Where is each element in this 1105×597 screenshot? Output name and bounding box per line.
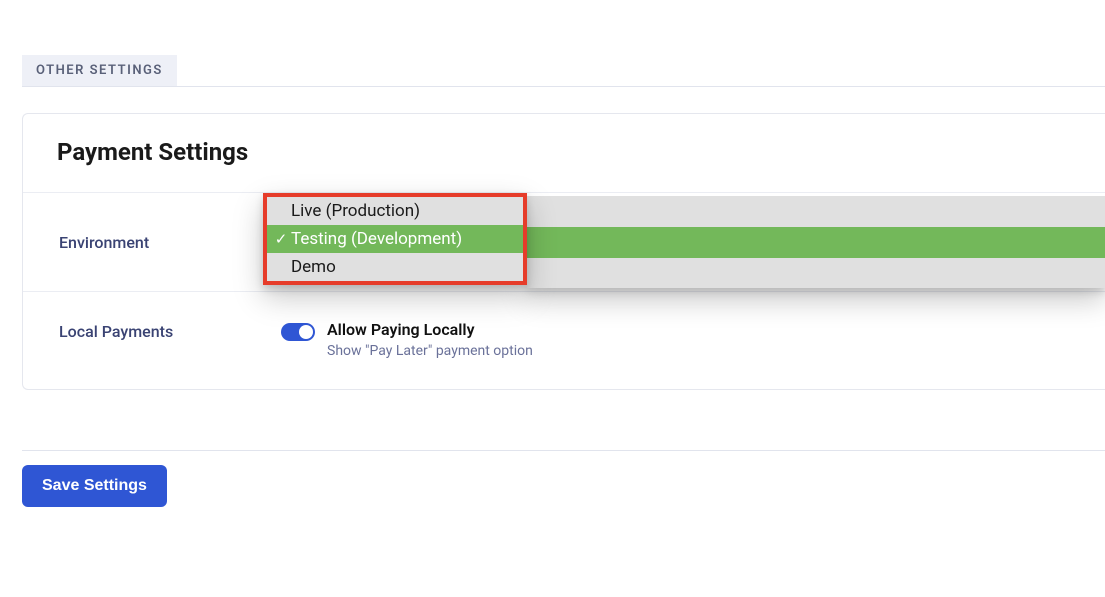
section-tab[interactable]: OTHER SETTINGS bbox=[22, 55, 177, 86]
divider bbox=[22, 86, 1105, 87]
checkmark-icon: ✓ bbox=[271, 230, 291, 248]
option-label: Testing (Development) bbox=[291, 229, 462, 249]
environment-option-live[interactable]: ✓ Live (Production) bbox=[267, 197, 523, 225]
allow-paying-locally-toggle[interactable] bbox=[281, 323, 315, 341]
environment-row: Environment ✓ Live (Production) ✓ Testin… bbox=[23, 192, 1105, 291]
environment-dropdown-container: ✓ Live (Production) ✓ Testing (Developme… bbox=[261, 193, 1105, 291]
option-label: Demo bbox=[291, 257, 336, 277]
save-settings-button[interactable]: Save Settings bbox=[22, 465, 167, 507]
dropdown-selected-bar bbox=[527, 227, 1105, 258]
option-label: Live (Production) bbox=[291, 201, 420, 221]
environment-option-testing[interactable]: ✓ Testing (Development) bbox=[267, 225, 523, 253]
environment-option-demo[interactable]: ✓ Demo bbox=[267, 253, 523, 281]
toggle-knob bbox=[299, 325, 313, 339]
panel-title: Payment Settings bbox=[23, 114, 1105, 192]
dropdown-bg-bottom bbox=[527, 258, 1105, 288]
local-payments-row: Local Payments Allow Paying Locally Show… bbox=[23, 291, 1105, 389]
local-payments-label: Local Payments bbox=[23, 292, 261, 389]
local-payments-text: Allow Paying Locally Show "Pay Later" pa… bbox=[327, 320, 533, 359]
local-payments-content: Allow Paying Locally Show "Pay Later" pa… bbox=[261, 292, 1105, 389]
environment-dropdown[interactable]: ✓ Live (Production) ✓ Testing (Developme… bbox=[263, 193, 527, 285]
allow-paying-locally-title: Allow Paying Locally bbox=[327, 320, 533, 339]
allow-paying-locally-subtitle: Show "Pay Later" payment option bbox=[327, 343, 533, 359]
environment-label: Environment bbox=[23, 193, 261, 291]
divider bbox=[22, 450, 1105, 451]
payment-settings-panel: Payment Settings Environment ✓ Live (Pro… bbox=[22, 113, 1105, 390]
dropdown-bg-top bbox=[527, 196, 1105, 227]
